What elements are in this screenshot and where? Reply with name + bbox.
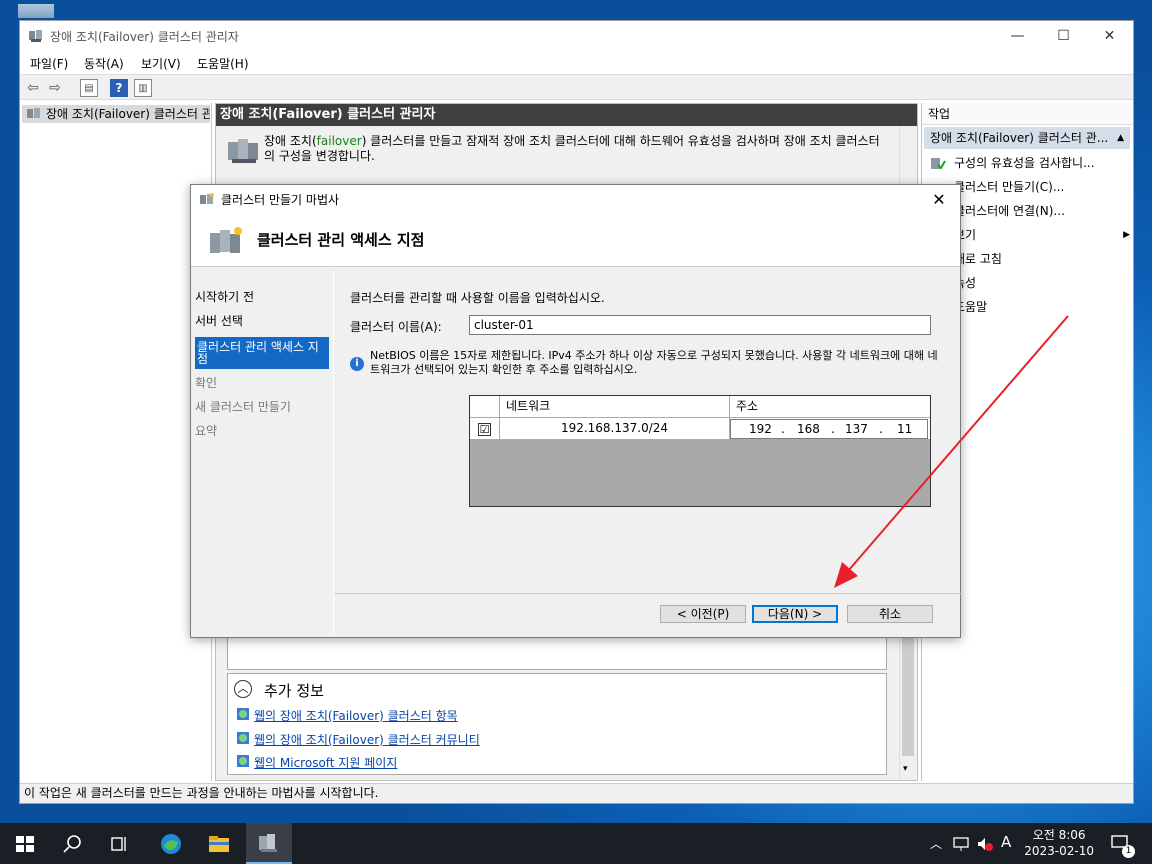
info-icon: i: [350, 357, 364, 371]
row-network: 192.168.137.0/24: [500, 418, 730, 440]
clock-date: 2023-02-10: [1024, 844, 1094, 858]
wizard-close-icon[interactable]: ✕: [924, 185, 954, 215]
cluster-manager-icon: [29, 30, 42, 42]
step-summary: 요약: [195, 424, 218, 438]
wizard-title: 클러스터 만들기 마법사: [221, 193, 340, 207]
ip-octet-1[interactable]: 192: [749, 420, 772, 438]
wizard-steps: 시작하기 전 서버 선택 클러스터 관리 액세스 지점 확인 새 클러스터 만들…: [191, 271, 331, 637]
more-info-title: 추가 정보: [264, 682, 324, 700]
show-hidden-icons-icon[interactable]: ︿: [930, 835, 942, 852]
ime-indicator[interactable]: A: [1001, 833, 1011, 851]
collapse-triangle-icon[interactable]: ▲: [1117, 127, 1124, 149]
maximize-button[interactable]: ☐: [1041, 21, 1086, 51]
web-link-icon: [237, 732, 249, 744]
name-prompt: 클러스터를 관리할 때 사용할 이름을 입력하십시오.: [350, 291, 605, 305]
show-action-pane-icon[interactable]: ▥: [134, 79, 152, 97]
volume-muted-icon[interactable]: [976, 835, 994, 853]
menu-file[interactable]: 파일(F): [30, 55, 68, 72]
link-failover-community[interactable]: 웹의 장애 조치(Failover) 클러스터 커뮤니티: [254, 731, 480, 748]
network-icon[interactable]: [952, 835, 970, 853]
grid-header-network[interactable]: 네트워크: [500, 396, 730, 418]
validate-icon: [931, 158, 946, 170]
system-clock[interactable]: 오전 8:06 2023-02-10: [1024, 827, 1094, 859]
scroll-down-icon[interactable]: ▾: [903, 764, 908, 774]
window-title: 장애 조치(Failover) 클러스터 관리자: [50, 30, 239, 44]
show-tree-icon[interactable]: ▤: [80, 79, 98, 97]
title-bar[interactable]: 장애 조치(Failover) 클러스터 관리자 — ☐ ✕: [20, 21, 1133, 51]
close-button[interactable]: ✕: [1087, 21, 1132, 51]
desc-failover-word: failover: [316, 134, 362, 148]
wizard-header: 클러스터 관리 액세스 지점: [191, 215, 960, 267]
wizard-heading: 클러스터 관리 액세스 지점: [257, 231, 425, 249]
next-button[interactable]: 다음(N) >: [752, 605, 838, 623]
submenu-arrow-icon: ▶: [1123, 230, 1130, 240]
more-info-section: ︿ 추가 정보 웹의 장애 조치(Failover) 클러스터 항목 웹의 장애…: [227, 673, 887, 775]
center-description: 장애 조치(failover) 클러스터를 만들고 잠재적 장애 조치 클러스터…: [224, 134, 884, 164]
step-before-you-begin: 시작하기 전: [195, 290, 255, 304]
clock-time: 오전 8:06: [1032, 828, 1086, 842]
wizard-icon: [200, 193, 214, 204]
row-check-cell: ☑: [470, 418, 500, 440]
ip-octet-2[interactable]: 168: [797, 420, 820, 438]
cancel-button[interactable]: 취소: [847, 605, 933, 623]
ip-dot: .: [781, 422, 785, 436]
console-tree: 장애 조치(Failover) 클러스터 관리자 ‹ ›: [20, 103, 212, 781]
center-pane-header: 장애 조치(Failover) 클러스터 관리자: [216, 104, 917, 126]
menu-view[interactable]: 보기(V): [141, 55, 181, 72]
edge-browser-icon[interactable]: [158, 831, 184, 857]
file-explorer-icon[interactable]: [206, 831, 232, 857]
cluster-node-icon: [27, 108, 40, 118]
action-label: 새로 고침: [954, 252, 1002, 266]
collapse-icon[interactable]: ︿: [234, 680, 252, 698]
wizard-title-bar[interactable]: 클러스터 만들기 마법사 ✕: [191, 185, 960, 215]
step-create-cluster: 새 클러스터 만들기: [195, 400, 291, 414]
network-checkbox[interactable]: ☑: [478, 423, 491, 436]
task-view-icon[interactable]: [106, 831, 132, 857]
actions-selected-label: 장애 조치(Failover) 클러스터 관...: [930, 131, 1109, 145]
step-confirm: 확인: [195, 376, 218, 390]
annotation-arrow: [834, 315, 1069, 588]
step-select-servers: 서버 선택: [195, 314, 243, 328]
web-link-icon: [237, 755, 249, 767]
actions-selected-group[interactable]: 장애 조치(Failover) 클러스터 관... ▲: [924, 127, 1130, 149]
grid-header-check: [470, 396, 500, 418]
minimize-button[interactable]: —: [995, 21, 1040, 51]
wizard-header-icon: [210, 227, 242, 253]
cluster-manager-taskbar-item[interactable]: [246, 823, 292, 864]
cluster-manager-icon: [259, 834, 277, 852]
step-access-point: 클러스터 관리 액세스 지점: [195, 337, 329, 369]
prev-button[interactable]: < 이전(P): [660, 605, 746, 623]
desc-prefix: 장애 조치(: [264, 134, 317, 148]
status-bar: 이 작업은 새 클러스터를 만드는 과정을 안내하는 마법사를 시작합니다.: [20, 783, 1133, 803]
action-validate[interactable]: 구성의 유효성을 검사합니...: [926, 151, 1130, 175]
toolbar: ⇦ ⇨ ▤ ? ▥: [20, 74, 1133, 100]
action-label: 클러스터에 연결(N)...: [954, 204, 1065, 218]
menu-help[interactable]: 도움말(H): [197, 55, 249, 72]
taskbar: ︿ A 오전 8:06 2023-02-10 1: [0, 823, 1152, 864]
cluster-name-label: 클러스터 이름(A):: [350, 320, 442, 334]
link-microsoft-support[interactable]: 웹의 Microsoft 지원 페이지: [254, 754, 397, 771]
forward-arrow-icon[interactable]: ⇨: [46, 79, 64, 97]
web-link-icon: [237, 708, 249, 720]
notification-count-badge: 1: [1122, 845, 1135, 858]
windows-start-icon[interactable]: [12, 831, 38, 857]
action-label: 클러스터 만들기(C)...: [954, 180, 1065, 194]
back-arrow-icon[interactable]: ⇦: [24, 79, 42, 97]
search-icon[interactable]: [60, 831, 86, 857]
menu-bar: 파일(F) 동작(A) 보기(V) 도움말(H): [20, 51, 1133, 73]
link-failover-topics[interactable]: 웹의 장애 조치(Failover) 클러스터 항목: [254, 707, 458, 724]
tree-item-label: 장애 조치(Failover) 클러스터 관리자: [46, 107, 210, 121]
recycle-bin-icon[interactable]: [18, 4, 54, 18]
action-label: 구성의 유효성을 검사합니...: [954, 156, 1095, 170]
actions-header: 작업: [922, 103, 1132, 125]
center-section-box: [227, 634, 887, 670]
desktop: 장애 조치(Failover) 클러스터 관리자 — ☐ ✕ 파일(F) 동작(…: [0, 0, 1152, 823]
help-icon[interactable]: ?: [110, 79, 128, 97]
tree-item-root[interactable]: 장애 조치(Failover) 클러스터 관리자: [22, 105, 210, 123]
menu-action[interactable]: 동작(A): [84, 55, 124, 72]
